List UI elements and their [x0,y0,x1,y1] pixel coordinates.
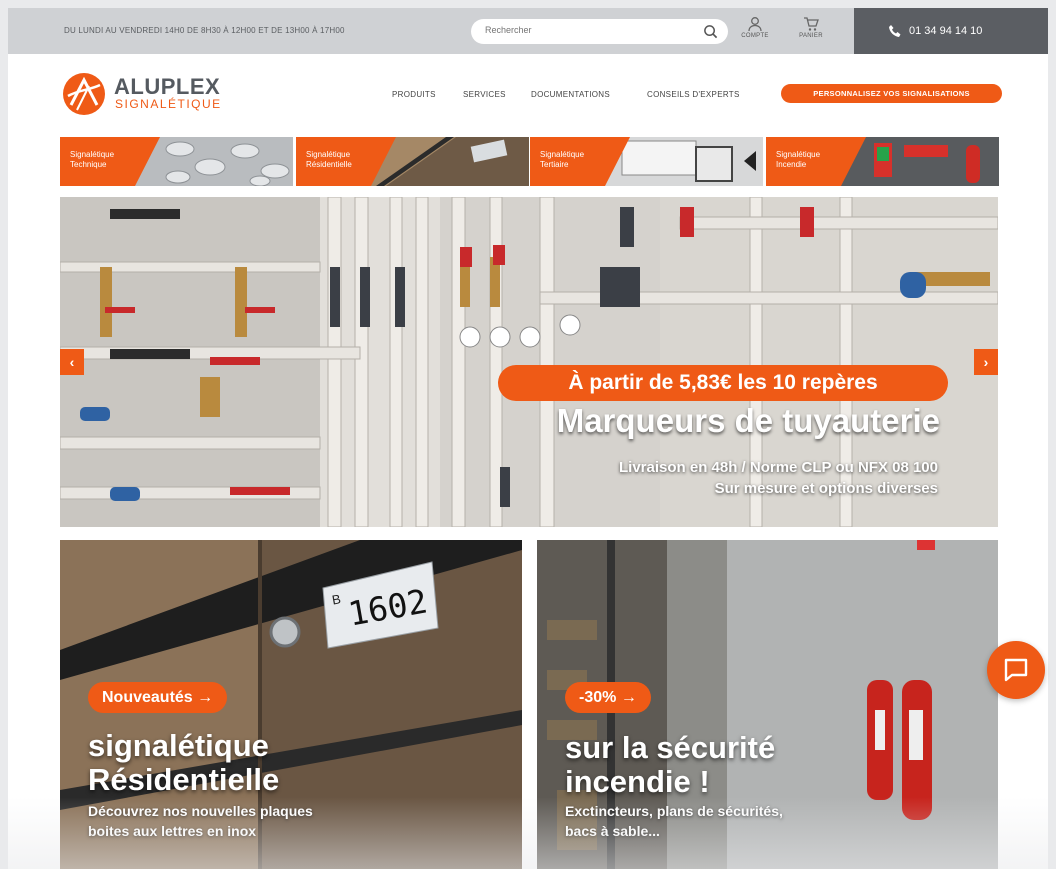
card-description: Découvrez nos nouvelles plaques boites a… [88,801,313,841]
category-label: Signalétique Technique [70,150,115,169]
card-description-line1: Découvrez nos nouvelles plaques [88,803,313,819]
category-label: Signalétique Incendie [776,150,821,169]
category-incendie[interactable]: Signalétique Incendie [766,137,999,186]
cart-button[interactable]: PANIER [794,16,828,50]
card-description: Exctincteurs, plans de sécurités, bacs à… [565,801,783,841]
card-title-line1: sur la sécurité [565,730,776,765]
card-description-line2: boites aux lettres en inox [88,823,257,839]
hero-photo [60,197,998,527]
aluplex-logo[interactable] [62,72,106,116]
category-residentielle[interactable]: Signalétique Résidentielle [296,137,529,186]
category-label: Signalétique Tertiaire [540,150,585,169]
account-label: COMPTE [741,33,769,39]
slider-prev-button[interactable]: ‹ [60,349,84,375]
arrow-right-icon: → [197,689,214,706]
top-bar: DU LUNDI AU VENDREDI 14H0 DE 8H30 À 12H0… [8,8,1048,54]
card-title-line2: Résidentielle [88,762,280,797]
search-input[interactable] [485,25,685,35]
pill-label: -30% [579,689,617,706]
chat-button[interactable] [987,641,1045,699]
phone-icon [889,25,901,37]
nav-services[interactable]: SERVICES [463,90,506,99]
chat-icon [1004,658,1028,682]
chevron-left-icon: ‹ [69,354,75,370]
hero-price-badge: À partir de 5,83€ les 10 repères [498,365,948,401]
phone-contact[interactable]: 01 34 94 14 10 [854,8,1048,54]
pill-label: Nouveautés [102,689,193,706]
hero-subtitle-options: Sur mesure et options diverses [714,480,938,497]
personalize-signage-button[interactable]: PERSONNALISEZ VOS SIGNALISATIONS [781,84,1002,103]
category-label: Signalétique Résidentielle [306,150,352,169]
slider-next-button[interactable]: › [974,349,998,375]
card-title-line2: incendie ! [565,764,710,799]
category-tertiaire[interactable]: Signalétique Tertiaire [530,137,763,186]
search-box[interactable] [471,19,728,44]
chevron-right-icon: › [983,354,989,370]
card-title-line1: signalétique [88,728,269,763]
discount-pill[interactable]: -30% → [565,682,651,713]
new-products-pill[interactable]: Nouveautés → [88,682,228,713]
search-icon[interactable] [703,24,718,39]
phone-number: 01 34 94 14 10 [909,25,983,37]
user-icon [748,17,762,32]
hero-banner[interactable]: ‹ › À partir de 5,83€ les 10 repères Mar… [60,197,998,527]
hero-subtitle-delivery: Livraison en 48h / Norme CLP ou NFX 08 1… [619,459,938,476]
promo-card-fire-safety[interactable]: -30% → sur la sécurité incendie ! Exctin… [537,540,998,869]
nav-documentations[interactable]: DOCUMENTATIONS [531,90,610,99]
page: DU LUNDI AU VENDREDI 14H0 DE 8H30 À 12H0… [8,8,1048,869]
cart-label: PANIER [799,33,823,39]
card-description-line2: bacs à sable... [565,823,660,839]
opening-hours: DU LUNDI AU VENDREDI 14H0 DE 8H30 À 12H0… [64,26,345,35]
hero-title: Marqueurs de tuyauterie [556,402,940,439]
nav-produits[interactable]: PRODUITS [392,90,436,99]
arrow-right-icon: → [620,689,637,706]
brand-subtitle: SIGNALÉTIQUE [115,97,222,111]
account-button[interactable]: COMPTE [738,16,772,50]
promo-card-residential[interactable]: B 1602 Nouveautés → signalétique Résiden… [60,540,522,869]
category-technique[interactable]: Signalétique Technique [60,137,293,186]
card-description-line1: Exctincteurs, plans de sécurités, [565,803,783,819]
nav-conseils-experts[interactable]: CONSEILS D'EXPERTS [647,90,740,99]
cart-icon [804,17,819,31]
